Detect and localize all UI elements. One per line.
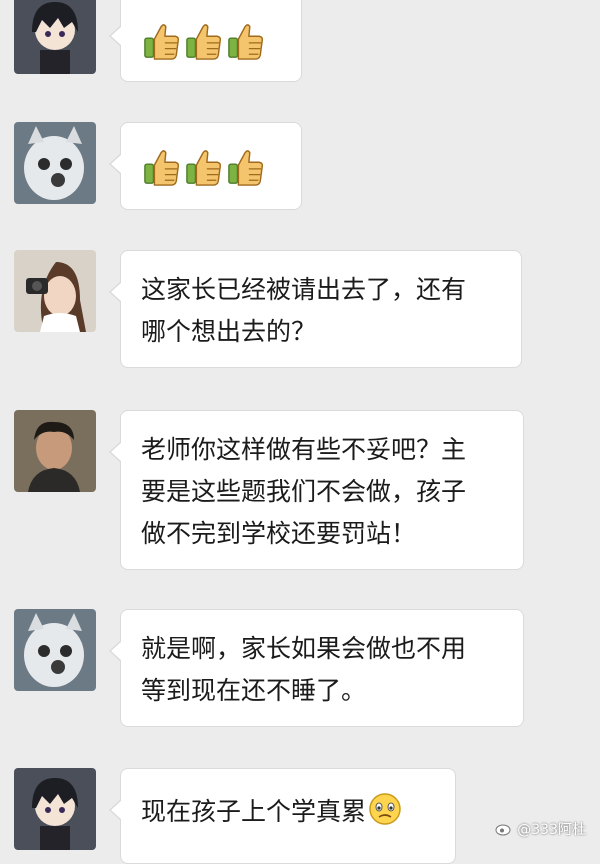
- message-bubble[interactable]: 现在孩子上个学真累: [109, 768, 456, 864]
- anime-girl-avatar[interactable]: [14, 0, 96, 74]
- thumbs-up-icon: [185, 21, 223, 61]
- message-text: 就是啊，家长如果会做也不用 等到现在还不睡了。: [141, 634, 467, 705]
- watermark-text: @333阿杜: [517, 822, 586, 838]
- cat-avatar[interactable]: [14, 122, 96, 204]
- man-avatar[interactable]: [14, 410, 96, 492]
- message-text: 老师你这样做有些不妥吧？主 要是这些题我们不会做，孩子 做不完到学校还要罚站！: [141, 435, 467, 548]
- girl-camera-avatar[interactable]: [14, 250, 96, 332]
- watermark: @333阿杜: [495, 819, 586, 839]
- thumbs-up-icon: [227, 147, 265, 187]
- thumbs-up-icon: [143, 147, 181, 187]
- message-bubble[interactable]: [109, 0, 302, 82]
- message-bubble[interactable]: 老师你这样做有些不妥吧？主 要是这些题我们不会做，孩子 做不完到学校还要罚站！: [109, 410, 524, 570]
- worried-face-icon: [368, 792, 402, 826]
- weibo-icon: [495, 824, 511, 836]
- anime-girl-avatar[interactable]: [14, 768, 96, 850]
- message-text: 这家长已经被请出去了，还有 哪个想出去的？: [141, 275, 467, 346]
- thumbs-up-icon: [227, 21, 265, 61]
- thumbs-up-icon: [185, 147, 223, 187]
- message-bubble[interactable]: [109, 122, 302, 210]
- message-bubble[interactable]: 就是啊，家长如果会做也不用 等到现在还不睡了。: [109, 609, 524, 727]
- message-bubble[interactable]: 这家长已经被请出去了，还有 哪个想出去的？: [109, 250, 522, 368]
- thumbs-up-icon: [143, 21, 181, 61]
- message-text: 现在孩子上个学真累: [141, 797, 367, 826]
- cat-avatar[interactable]: [14, 609, 96, 691]
